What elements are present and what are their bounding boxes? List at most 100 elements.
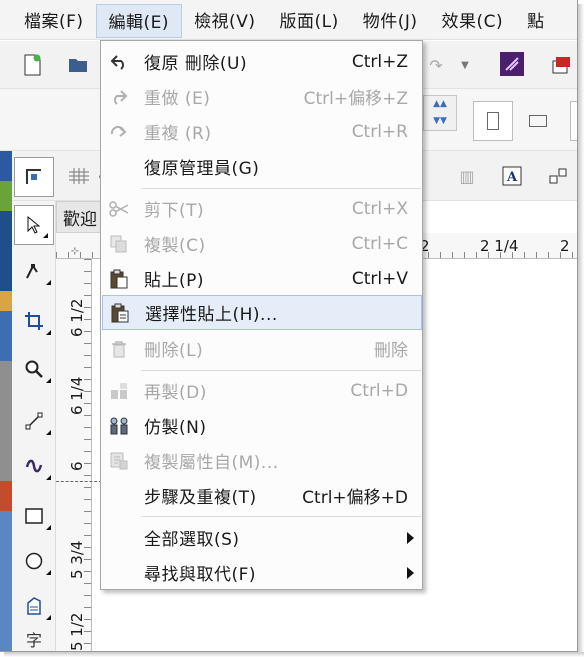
- ruler-label: 6 1/2: [68, 298, 86, 337]
- polygon-tool-icon[interactable]: [12, 586, 56, 626]
- menu-item-delete[interactable]: 刪除(L) 刪除: [102, 331, 422, 366]
- paste-icon: [108, 268, 130, 290]
- text-tool-icon[interactable]: 字: [12, 626, 56, 651]
- menu-item-label: 選擇性貼上(H)...: [145, 305, 278, 325]
- ellipse-tool-icon[interactable]: [12, 541, 56, 581]
- menu-separator: [141, 370, 421, 371]
- menu-item-cut[interactable]: 剪下(T) Ctrl+X: [102, 191, 422, 226]
- redo-dropdown-icon[interactable]: ▼: [456, 51, 474, 79]
- background-window-strip: [0, 151, 12, 651]
- menu-item-shortcut: Ctrl+偏移+D: [302, 488, 408, 508]
- menu-item-select-all[interactable]: 全部選取(S): [102, 520, 422, 555]
- menu-item-shortcut: Ctrl+D: [350, 380, 408, 401]
- menu-item-undo[interactable]: 復原 刪除(U) Ctrl+Z: [102, 44, 422, 79]
- menu-item-label: 復原管理員(G): [144, 159, 260, 179]
- menu-effects[interactable]: 效果(C): [430, 0, 516, 40]
- artistic-media-tool-icon[interactable]: [12, 446, 56, 486]
- menu-item-step-and-repeat[interactable]: 步驟及重複(T) Ctrl+偏移+D: [102, 478, 422, 513]
- menu-edit[interactable]: 編輯(E): [95, 3, 183, 38]
- menu-item-find-and-replace[interactable]: 尋找與取代(F): [102, 555, 422, 590]
- menu-item-paste-special[interactable]: 選擇性貼上(H)...: [102, 295, 422, 330]
- vertical-ruler[interactable]: 6 1/2 6 1/4 6 5 3/4 5 1/2: [56, 259, 92, 651]
- ruler-label: 5 3/4: [68, 540, 86, 579]
- menu-item-shortcut: 刪除: [374, 341, 408, 361]
- shape-tool-icon[interactable]: [12, 251, 56, 291]
- copy-properties-icon: [108, 450, 130, 472]
- menu-item-undo-manager[interactable]: 復原管理員(G): [102, 149, 422, 184]
- page-boundary-guide: [56, 481, 102, 482]
- menu-layout[interactable]: 版面(L): [267, 0, 350, 40]
- menu-item-copy[interactable]: 複製(C) Ctrl+C: [102, 226, 422, 261]
- menu-item-label: 重做 (E): [144, 89, 211, 109]
- undo-icon: [108, 51, 130, 73]
- document-tab-label: 歡迎: [63, 209, 97, 230]
- menu-item-repeat[interactable]: 重複 (R) Ctrl+R: [102, 114, 422, 149]
- artistic-text-icon[interactable]: A: [500, 163, 524, 189]
- ruler-label: 6: [68, 461, 86, 471]
- edit-menu-dropdown: 復原 刪除(U) Ctrl+Z 重做 (E) Ctrl+偏移+Z 重複 (R) …: [100, 40, 423, 590]
- zoom-tool-icon[interactable]: [12, 349, 56, 389]
- application-launcher-icon[interactable]: [498, 49, 526, 79]
- copy-icon: [108, 233, 130, 255]
- open-folder-icon[interactable]: [64, 51, 92, 79]
- menu-item-label: 剪下(T): [144, 201, 205, 221]
- submenu-arrow-icon: [407, 566, 414, 579]
- menu-item-shortcut: Ctrl+R: [351, 121, 408, 142]
- submenu-arrow-icon: [407, 531, 414, 544]
- grid-icon[interactable]: [66, 163, 92, 189]
- svg-text:A: A: [506, 170, 518, 185]
- menu-file[interactable]: 檔案(F): [0, 0, 96, 40]
- paste-special-icon: [109, 302, 131, 324]
- redo-arrow-icon[interactable]: ↷: [424, 51, 448, 79]
- size-spinner-1[interactable]: ▲▲ ▼▼: [423, 95, 457, 131]
- export-icon[interactable]: [548, 51, 576, 79]
- rectangle-tool-icon[interactable]: [12, 496, 56, 536]
- menu-item-redo[interactable]: 重做 (E) Ctrl+偏移+Z: [102, 79, 422, 114]
- ruler-label: 2 1/4: [480, 237, 519, 255]
- menu-item-shortcut: Ctrl+V: [351, 268, 408, 289]
- ruler-label: 5 1/2: [68, 612, 86, 651]
- spin-down-icon[interactable]: ▼▼: [424, 113, 456, 130]
- menu-item-duplicate[interactable]: 再製(D) Ctrl+D: [102, 373, 422, 408]
- menu-item-label: 仿製(N): [144, 418, 207, 438]
- toolbox: 字: [12, 201, 56, 651]
- text-frame-icon[interactable]: ▥: [456, 163, 478, 189]
- menu-bar: 檔案(F) 編輯(E) 檢視(V) 版面(L) 物件(J) 效果(C) 點: [0, 0, 577, 40]
- menu-item-clone[interactable]: 仿製(N): [102, 408, 422, 443]
- duplicate-icon: [108, 380, 130, 402]
- window-shadow-bottom: [4, 652, 584, 657]
- spin-up-icon[interactable]: ▲▲: [424, 96, 456, 113]
- ruler-origin-icon[interactable]: ⊹: [68, 244, 82, 258]
- menu-view[interactable]: 檢視(V): [182, 0, 267, 40]
- menu-item-label: 復原 刪除(U): [144, 54, 248, 74]
- crop-tool-icon[interactable]: [12, 301, 56, 341]
- ruler-label: 2: [560, 237, 570, 255]
- menu-item-label: 步驟及重複(T): [144, 488, 257, 508]
- pick-tool-icon[interactable]: [14, 205, 54, 245]
- menu-item-shortcut: Ctrl+X: [351, 198, 408, 219]
- scissors-icon: [108, 198, 130, 220]
- page-option-button[interactable]: [570, 101, 577, 141]
- new-document-icon[interactable]: [18, 51, 46, 79]
- freehand-tool-icon[interactable]: [12, 401, 56, 441]
- crop-frame-icon[interactable]: [14, 157, 54, 197]
- menu-item-label: 全部選取(S): [144, 530, 240, 550]
- node-edit-icon[interactable]: [546, 163, 570, 189]
- menu-bitmaps[interactable]: 點: [515, 0, 557, 40]
- menu-item-shortcut: Ctrl+偏移+Z: [303, 89, 408, 109]
- menu-separator: [141, 516, 421, 517]
- menu-item-label: 重複 (R): [144, 124, 212, 144]
- menu-item-paste[interactable]: 貼上(P) Ctrl+V: [102, 261, 422, 296]
- landscape-orientation-button[interactable]: [518, 101, 558, 141]
- repeat-icon: [108, 121, 130, 143]
- menu-object[interactable]: 物件(J): [351, 0, 430, 40]
- menu-item-copy-properties[interactable]: 複製屬性自(M)...: [102, 443, 422, 478]
- menu-item-shortcut: Ctrl+Z: [351, 51, 408, 72]
- ruler-label: 6 1/4: [68, 376, 86, 415]
- clone-icon: [108, 415, 130, 437]
- portrait-orientation-button[interactable]: [473, 101, 513, 141]
- menu-item-shortcut: Ctrl+C: [351, 233, 408, 254]
- redo-icon: [108, 86, 130, 108]
- menu-item-label: 尋找與取代(F): [144, 565, 257, 585]
- menu-item-label: 複製(C): [144, 236, 206, 256]
